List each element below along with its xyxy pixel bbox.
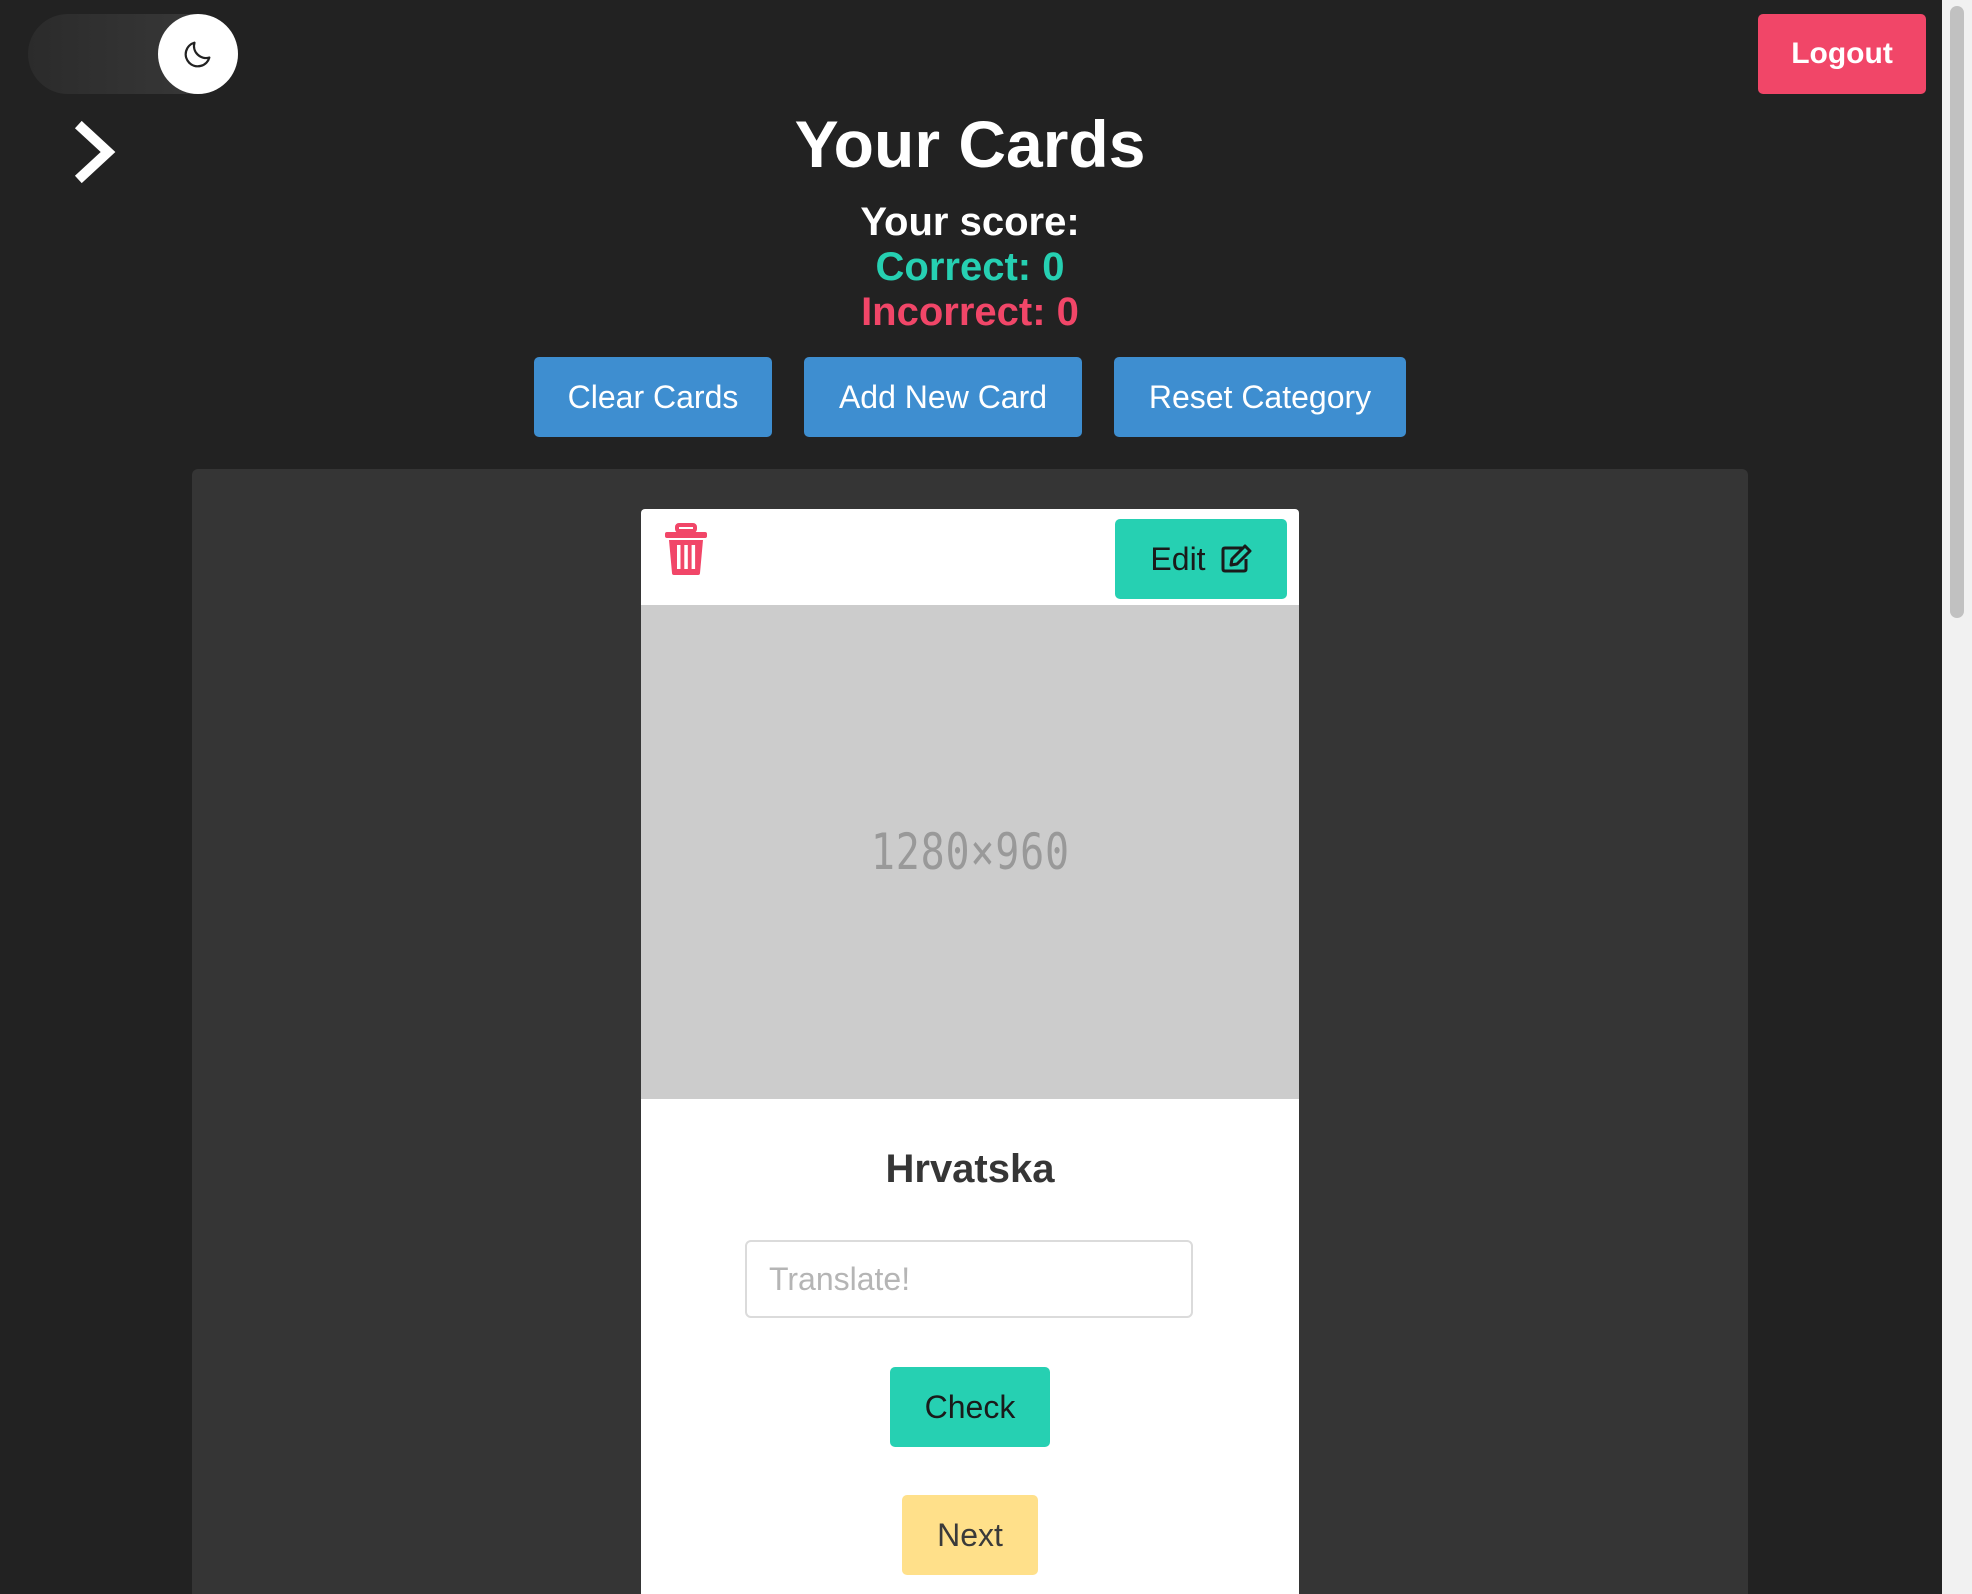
correct-count: Correct: 0 [875, 245, 1065, 289]
next-button[interactable]: Next [902, 1495, 1038, 1575]
moon-icon [184, 41, 211, 68]
translate-input[interactable] [745, 1240, 1193, 1318]
add-new-card-button[interactable]: Add New Card [804, 357, 1082, 437]
score-panel: Your score: Correct: 0 Incorrect: 0 [0, 200, 1940, 335]
card-image-placeholder: 1280×960 [641, 605, 1299, 1099]
score-label: Your score: [860, 200, 1080, 244]
theme-toggle-knob[interactable] [158, 14, 238, 94]
reset-category-button[interactable]: Reset Category [1114, 357, 1406, 437]
page-title: Your Cards [794, 107, 1146, 181]
theme-toggle[interactable] [28, 14, 238, 94]
edit-icon [1221, 544, 1252, 573]
incorrect-count: Incorrect: 0 [861, 290, 1079, 334]
trash-icon[interactable] [663, 523, 709, 577]
edit-button[interactable]: Edit [1115, 519, 1287, 599]
page: Logout Your Cards Your score: Correct: 0… [0, 0, 1972, 1594]
flash-card: Edit 1280×960 Hrvatska Check Next [641, 509, 1299, 1594]
check-button[interactable]: Check [890, 1367, 1050, 1447]
logout-button[interactable]: Logout [1758, 14, 1926, 94]
edit-button-label: Edit [1150, 540, 1206, 577]
scrollbar-thumb[interactable] [1950, 6, 1964, 618]
card-word: Hrvatska [885, 1147, 1055, 1191]
clear-cards-button[interactable]: Clear Cards [534, 357, 772, 437]
image-placeholder-label: 1280×960 [870, 823, 1070, 881]
